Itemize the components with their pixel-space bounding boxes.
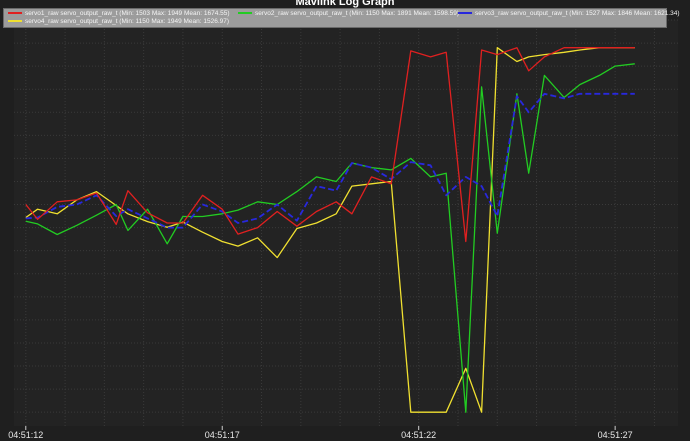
legend-swatch-servo4 <box>8 20 22 23</box>
x-tick-label: 04:51:22 <box>401 430 436 440</box>
legend-label-servo3: servo3_raw servo_output_raw_t (Min: 1527… <box>475 10 680 17</box>
legend-swatch-servo3 <box>458 12 472 15</box>
x-tick-label: 04:51:12 <box>8 430 43 440</box>
legend[interactable]: servo1_raw servo_output_raw_t (Min: 1503… <box>3 8 680 28</box>
legend-swatch-servo1 <box>8 12 22 15</box>
legend-swatch-servo2 <box>238 12 252 15</box>
legend-label-servo4: servo4_raw servo_output_raw_t (Min: 1150… <box>25 18 230 25</box>
legend-entry-servo3[interactable]: servo3_raw servo_output_raw_t (Min: 1527… <box>458 10 680 18</box>
x-tick-label: 04:51:17 <box>205 430 240 440</box>
chart-title: Mavlink Log Graph <box>295 0 395 8</box>
legend-label-servo1: servo1_raw servo_output_raw_t (Min: 1503… <box>25 10 230 17</box>
legend-entry-servo1[interactable]: servo1_raw servo_output_raw_t (Min: 1503… <box>8 10 230 18</box>
graph-window: 04:51:12 04:51:17 04:51:22 04:51:27 Mavlink… <box>0 0 690 441</box>
legend-entry-servo4[interactable]: servo4_raw servo_output_raw_t (Min: 1150… <box>8 18 229 26</box>
x-tick-label: 04:51:27 <box>598 430 633 440</box>
legend-label-servo2: servo2_raw servo_output_raw_t (Min: 1150… <box>255 10 460 17</box>
legend-entry-servo2[interactable]: servo2_raw servo_output_raw_t (Min: 1150… <box>238 10 459 18</box>
plot-area[interactable]: 04:51:12 04:51:17 04:51:22 04:51:27 <box>0 0 690 441</box>
plot-frame <box>14 20 678 426</box>
